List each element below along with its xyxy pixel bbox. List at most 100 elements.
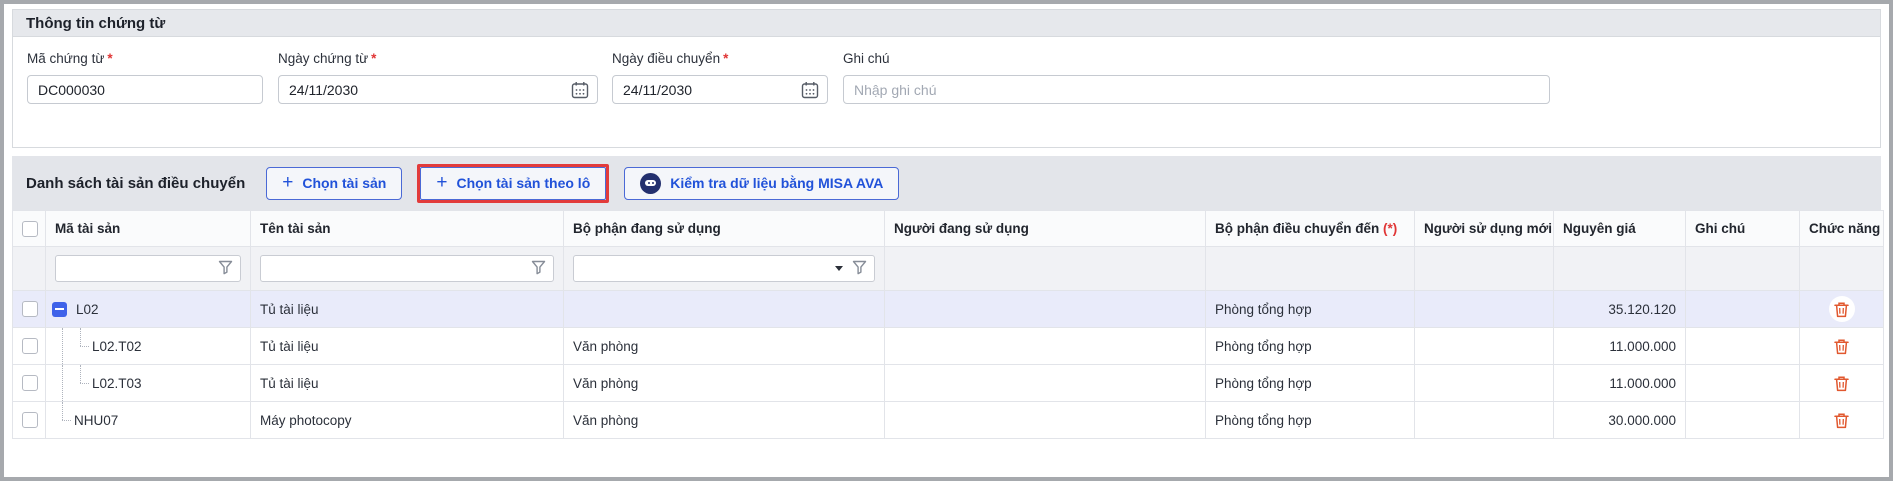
tree-line (62, 328, 63, 364)
delete-row-button[interactable] (1829, 333, 1855, 359)
original-cost: 35.120.120 (1554, 291, 1686, 328)
table-row[interactable]: L02 Tủ tài liệu Phòng tổng hợp 35.120.12… (13, 291, 1884, 328)
tree-line (80, 346, 89, 347)
asset-code: L02.T03 (92, 376, 142, 391)
calendar-icon[interactable] (571, 81, 589, 102)
tree-line (80, 383, 89, 384)
field-doc-date: Ngày chứng từ* (278, 51, 598, 104)
funnel-icon[interactable] (851, 259, 868, 279)
asset-name: Tủ tài liệu (251, 328, 564, 365)
required-asterisk: * (107, 51, 112, 66)
asset-code: L02 (76, 302, 99, 317)
target-department[interactable]: Phòng tổng hợp (1206, 402, 1415, 439)
tree-line (62, 402, 63, 420)
chevron-down-icon[interactable] (835, 266, 843, 271)
new-user[interactable] (1415, 402, 1554, 439)
filter-current-department-select[interactable] (580, 261, 827, 276)
funnel-icon[interactable] (530, 259, 547, 279)
current-department[interactable]: Văn phòng (564, 328, 885, 365)
doc-date-label: Ngày chứng từ (278, 51, 368, 66)
target-department[interactable]: Phòng tổng hợp (1206, 291, 1415, 328)
table-row[interactable]: L02.T03 Tủ tài liệu Văn phòng Phòng tổng… (13, 365, 1884, 402)
funnel-icon[interactable] (217, 259, 234, 279)
asset-table: Mã tài sản Tên tài sản Bộ phận đang sử d… (12, 210, 1884, 439)
new-user[interactable] (1415, 328, 1554, 365)
required-asterisk: * (723, 51, 728, 66)
col-header-note: Ghi chú (1686, 211, 1800, 247)
doc-info-form: Mã chứng từ* Ngày chứng từ* Ngày điều ch… (12, 36, 1881, 148)
highlight-red-box: + Chọn tài sản theo lô (417, 164, 609, 203)
row-checkbox[interactable] (22, 375, 38, 391)
required-asterisk: * (371, 51, 376, 66)
misa-ava-check-button[interactable]: Kiểm tra dữ liệu bằng MISA AVA (624, 167, 899, 200)
new-user[interactable] (1415, 365, 1554, 402)
tree-line (80, 328, 81, 346)
select-asset-by-lot-button[interactable]: + Chọn tài sản theo lô (420, 167, 606, 200)
delete-row-button[interactable] (1829, 296, 1855, 322)
current-user[interactable] (885, 328, 1206, 365)
field-doc-note: Ghi chú (843, 51, 1550, 104)
col-header-current-department: Bộ phận đang sử dụng (564, 211, 885, 247)
plus-icon: + (282, 173, 293, 192)
col-header-original-cost: Nguyên giá (1554, 211, 1686, 247)
doc-note-input[interactable] (854, 82, 1539, 98)
transfer-date-label: Ngày điều chuyển (612, 51, 720, 66)
target-department[interactable]: Phòng tổng hợp (1206, 365, 1415, 402)
table-empty-space (12, 439, 1881, 478)
asset-code: L02.T02 (92, 339, 142, 354)
row-note[interactable] (1686, 402, 1800, 439)
tree-line (62, 420, 71, 421)
asset-list-toolbar: Danh sách tài sản điều chuyển + Chọn tài… (12, 156, 1881, 210)
filter-row (13, 247, 1884, 291)
table-header-row: Mã tài sản Tên tài sản Bộ phận đang sử d… (13, 211, 1884, 247)
doc-note-label: Ghi chú (843, 51, 890, 66)
col-header-target-department: Bộ phận điều chuyển đến (*) (1206, 211, 1415, 247)
select-asset-button[interactable]: + Chọn tài sản (266, 167, 402, 200)
row-checkbox[interactable] (22, 338, 38, 354)
row-checkbox[interactable] (22, 412, 38, 428)
doc-info-title: Thông tin chứng từ (26, 15, 165, 32)
row-note[interactable] (1686, 328, 1800, 365)
current-department[interactable] (564, 291, 885, 328)
filter-name-input[interactable] (267, 261, 522, 276)
current-user[interactable] (885, 365, 1206, 402)
current-department[interactable]: Văn phòng (564, 365, 885, 402)
original-cost: 30.000.000 (1554, 402, 1686, 439)
row-note[interactable] (1686, 365, 1800, 402)
new-user[interactable] (1415, 291, 1554, 328)
asset-transfer-screen: Thông tin chứng từ Mã chứng từ* Ngày chứ… (0, 0, 1893, 481)
field-transfer-date: Ngày điều chuyển* (612, 51, 828, 104)
tree-line (80, 365, 81, 383)
asset-name: Tủ tài liệu (251, 365, 564, 402)
doc-info-header: Thông tin chứng từ (12, 9, 1881, 36)
table-row[interactable]: NHU07 Máy photocopy Văn phòng Phòng tổng… (13, 402, 1884, 439)
col-header-code: Mã tài sản (46, 211, 251, 247)
current-user[interactable] (885, 291, 1206, 328)
transfer-date-input[interactable] (623, 82, 817, 98)
current-user[interactable] (885, 402, 1206, 439)
col-header-new-user: Người sử dụng mới (1415, 211, 1554, 247)
asset-code: NHU07 (74, 413, 118, 428)
current-department[interactable]: Văn phòng (564, 402, 885, 439)
doc-code-label: Mã chứng từ (27, 51, 104, 66)
row-note[interactable] (1686, 291, 1800, 328)
filter-code-input[interactable] (62, 261, 209, 276)
plus-icon: + (436, 173, 447, 192)
select-all-checkbox[interactable] (22, 221, 38, 237)
required-suffix: (*) (1383, 221, 1397, 236)
delete-row-button[interactable] (1829, 370, 1855, 396)
col-header-current-user: Người đang sử dụng (885, 211, 1206, 247)
collapse-icon[interactable] (52, 302, 67, 317)
doc-code-input[interactable] (38, 82, 252, 98)
delete-row-button[interactable] (1829, 407, 1855, 433)
asset-name: Tủ tài liệu (251, 291, 564, 328)
target-department[interactable]: Phòng tổng hợp (1206, 328, 1415, 365)
table-row[interactable]: L02.T02 Tủ tài liệu Văn phòng Phòng tổng… (13, 328, 1884, 365)
col-header-name: Tên tài sản (251, 211, 564, 247)
row-checkbox[interactable] (22, 301, 38, 317)
original-cost: 11.000.000 (1554, 328, 1686, 365)
asset-list-title: Danh sách tài sản điều chuyển (26, 175, 245, 192)
tree-line (62, 365, 63, 401)
doc-date-input[interactable] (289, 82, 587, 98)
calendar-icon[interactable] (801, 81, 819, 102)
